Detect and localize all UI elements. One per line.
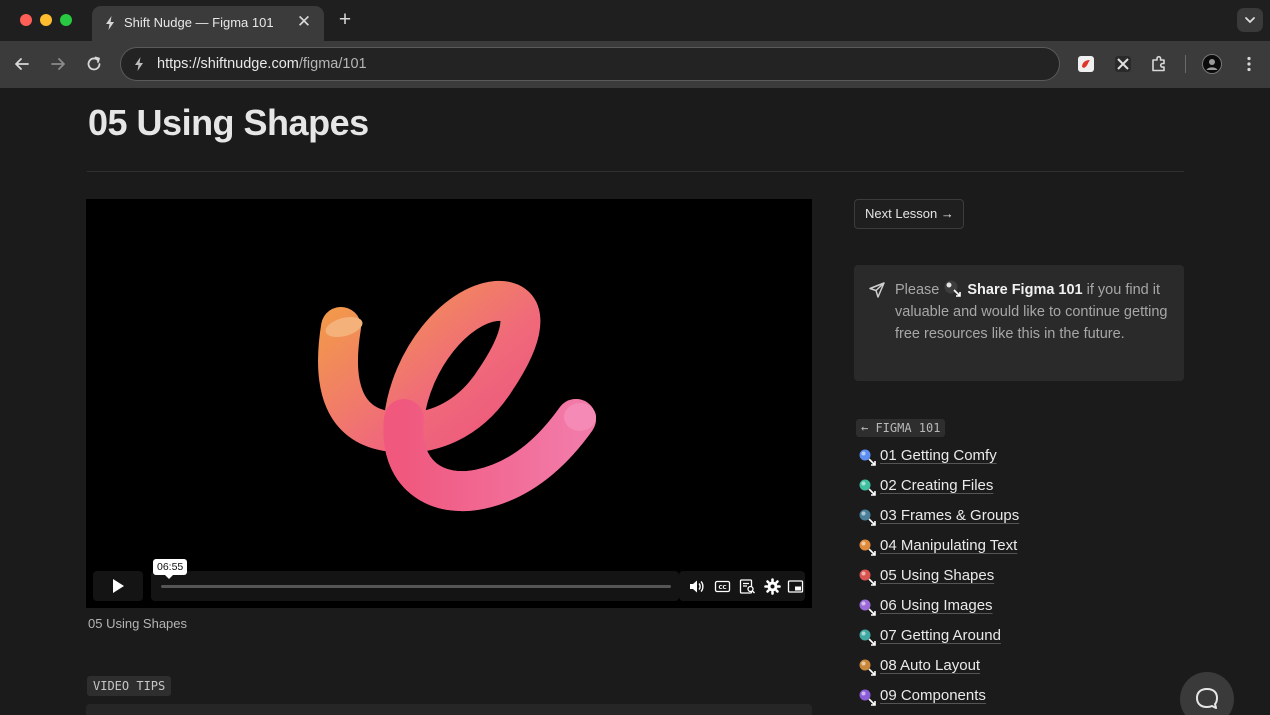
play-icon: [113, 579, 124, 593]
lesson-item[interactable]: 07 Getting Around: [858, 624, 1098, 654]
next-lesson-button[interactable]: Next Lesson →: [854, 199, 964, 229]
back-to-course-link[interactable]: ← FIGMA 101: [856, 419, 946, 437]
share-message: Please Share Figma 101 if you find it va…: [895, 279, 1175, 345]
new-tab-button[interactable]: +: [334, 9, 356, 31]
close-window-button[interactable]: [20, 14, 32, 26]
share-link-icon: [944, 280, 962, 297]
more-menu-icon[interactable]: [1239, 54, 1259, 74]
lesson-icon: [859, 479, 876, 496]
lesson-link[interactable]: 08 Auto Layout: [880, 657, 980, 674]
lesson-item[interactable]: 03 Frames & Groups: [858, 504, 1098, 534]
lesson-item[interactable]: 09 Components: [858, 684, 1098, 714]
lesson-link[interactable]: 04 Manipulating Text: [880, 537, 1017, 554]
video-progress-bar[interactable]: [151, 571, 679, 601]
paper-plane-icon: [869, 282, 885, 298]
profile-avatar-icon[interactable]: [1202, 54, 1222, 74]
forward-arrow-icon[interactable]: [47, 53, 69, 75]
back-arrow-icon[interactable]: [11, 53, 33, 75]
lesson-list: 01 Getting Comfy 02 Creating Files 03 Fram…: [858, 444, 1098, 714]
tab-close-icon[interactable]: ✕: [294, 12, 314, 32]
time-tooltip: 06:55: [153, 559, 188, 579]
browser-tab-bar: Shift Nudge — Figma 101 ✕ +: [0, 0, 1270, 41]
chat-bubble-icon: [1196, 688, 1218, 709]
lesson-link[interactable]: 07 Getting Around: [880, 627, 1001, 644]
maximize-window-button[interactable]: [60, 14, 72, 26]
red-extension-icon[interactable]: [1076, 54, 1096, 74]
closed-captions-icon[interactable]: CC: [714, 578, 731, 595]
tab-title: Shift Nudge — Figma 101: [124, 15, 274, 30]
minimize-window-button[interactable]: [40, 14, 52, 26]
video-caption: 05 Using Shapes: [88, 616, 188, 631]
browser-toolbar: https://shiftnudge.com/figma/101: [0, 41, 1270, 88]
lesson-item[interactable]: 05 Using Shapes: [858, 564, 1098, 594]
share-figma-link[interactable]: Share Figma 101: [967, 282, 1082, 298]
lesson-link[interactable]: 01 Getting Comfy: [880, 447, 997, 464]
video-controls: 06:55 CC: [93, 559, 805, 601]
lesson-link[interactable]: 05 Using Shapes: [880, 567, 994, 584]
lesson-icon: [859, 599, 876, 616]
page-content: 05 Using Shapes 06:55 CC 05 Using Shapes…: [0, 88, 1270, 715]
share-prefix: Please: [895, 282, 940, 298]
browser-tab-active[interactable]: Shift Nudge — Figma 101 ✕: [92, 6, 324, 41]
progress-track[interactable]: [161, 585, 671, 588]
lesson-link[interactable]: 03 Frames & Groups: [880, 507, 1019, 524]
share-callout: Please Share Figma 101 if you find it va…: [854, 265, 1184, 381]
picture-in-picture-icon[interactable]: [787, 578, 804, 595]
lesson-item[interactable]: 04 Manipulating Text: [858, 534, 1098, 564]
lesson-icon: [859, 449, 876, 466]
page-title: 05 Using Shapes: [88, 102, 369, 143]
video-player[interactable]: 06:55 CC: [86, 199, 812, 608]
reload-icon[interactable]: [83, 53, 105, 75]
url-host: https://shiftnudge.com: [157, 56, 299, 72]
video-control-group: CC: [679, 571, 805, 601]
squiggle-tube-artwork: [318, 280, 596, 512]
shiftnudge-logo-icon: [106, 16, 114, 30]
address-bar[interactable]: https://shiftnudge.com/figma/101: [120, 47, 1060, 81]
lesson-item[interactable]: 01 Getting Comfy: [858, 444, 1098, 474]
lesson-item[interactable]: 08 Auto Layout: [858, 654, 1098, 684]
lesson-icon: [859, 509, 876, 526]
lesson-link[interactable]: 09 Components: [880, 687, 986, 704]
video-tips-label: VIDEO TIPS: [87, 676, 172, 696]
chat-support-button[interactable]: [1180, 672, 1234, 715]
video-tips-box: [86, 704, 812, 715]
x-extension-icon[interactable]: [1113, 54, 1133, 74]
puzzle-extensions-icon[interactable]: [1149, 54, 1169, 74]
chevron-down-icon: [1245, 17, 1255, 24]
tab-search-button[interactable]: [1237, 8, 1263, 32]
lesson-icon: [859, 629, 876, 646]
toolbar-separator: [1185, 55, 1186, 73]
lesson-item[interactable]: 02 Creating Files: [858, 474, 1098, 504]
lesson-link[interactable]: 02 Creating Files: [880, 477, 993, 494]
lesson-icon: [859, 569, 876, 586]
title-divider: [87, 171, 1184, 172]
lesson-icon: [859, 659, 876, 676]
transcript-search-icon[interactable]: [739, 578, 756, 595]
settings-gear-icon[interactable]: [764, 578, 781, 595]
url-path: /figma/101: [298, 56, 367, 72]
lesson-icon: [859, 539, 876, 556]
url-text: https://shiftnudge.com/figma/101: [157, 56, 367, 72]
play-button[interactable]: [93, 571, 143, 601]
svg-text:CC: CC: [718, 585, 726, 591]
lesson-icon: [859, 689, 876, 706]
site-info-icon[interactable]: [131, 56, 147, 72]
volume-icon[interactable]: [688, 578, 705, 595]
lesson-link[interactable]: 06 Using Images: [880, 597, 993, 614]
lesson-item[interactable]: 06 Using Images: [858, 594, 1098, 624]
